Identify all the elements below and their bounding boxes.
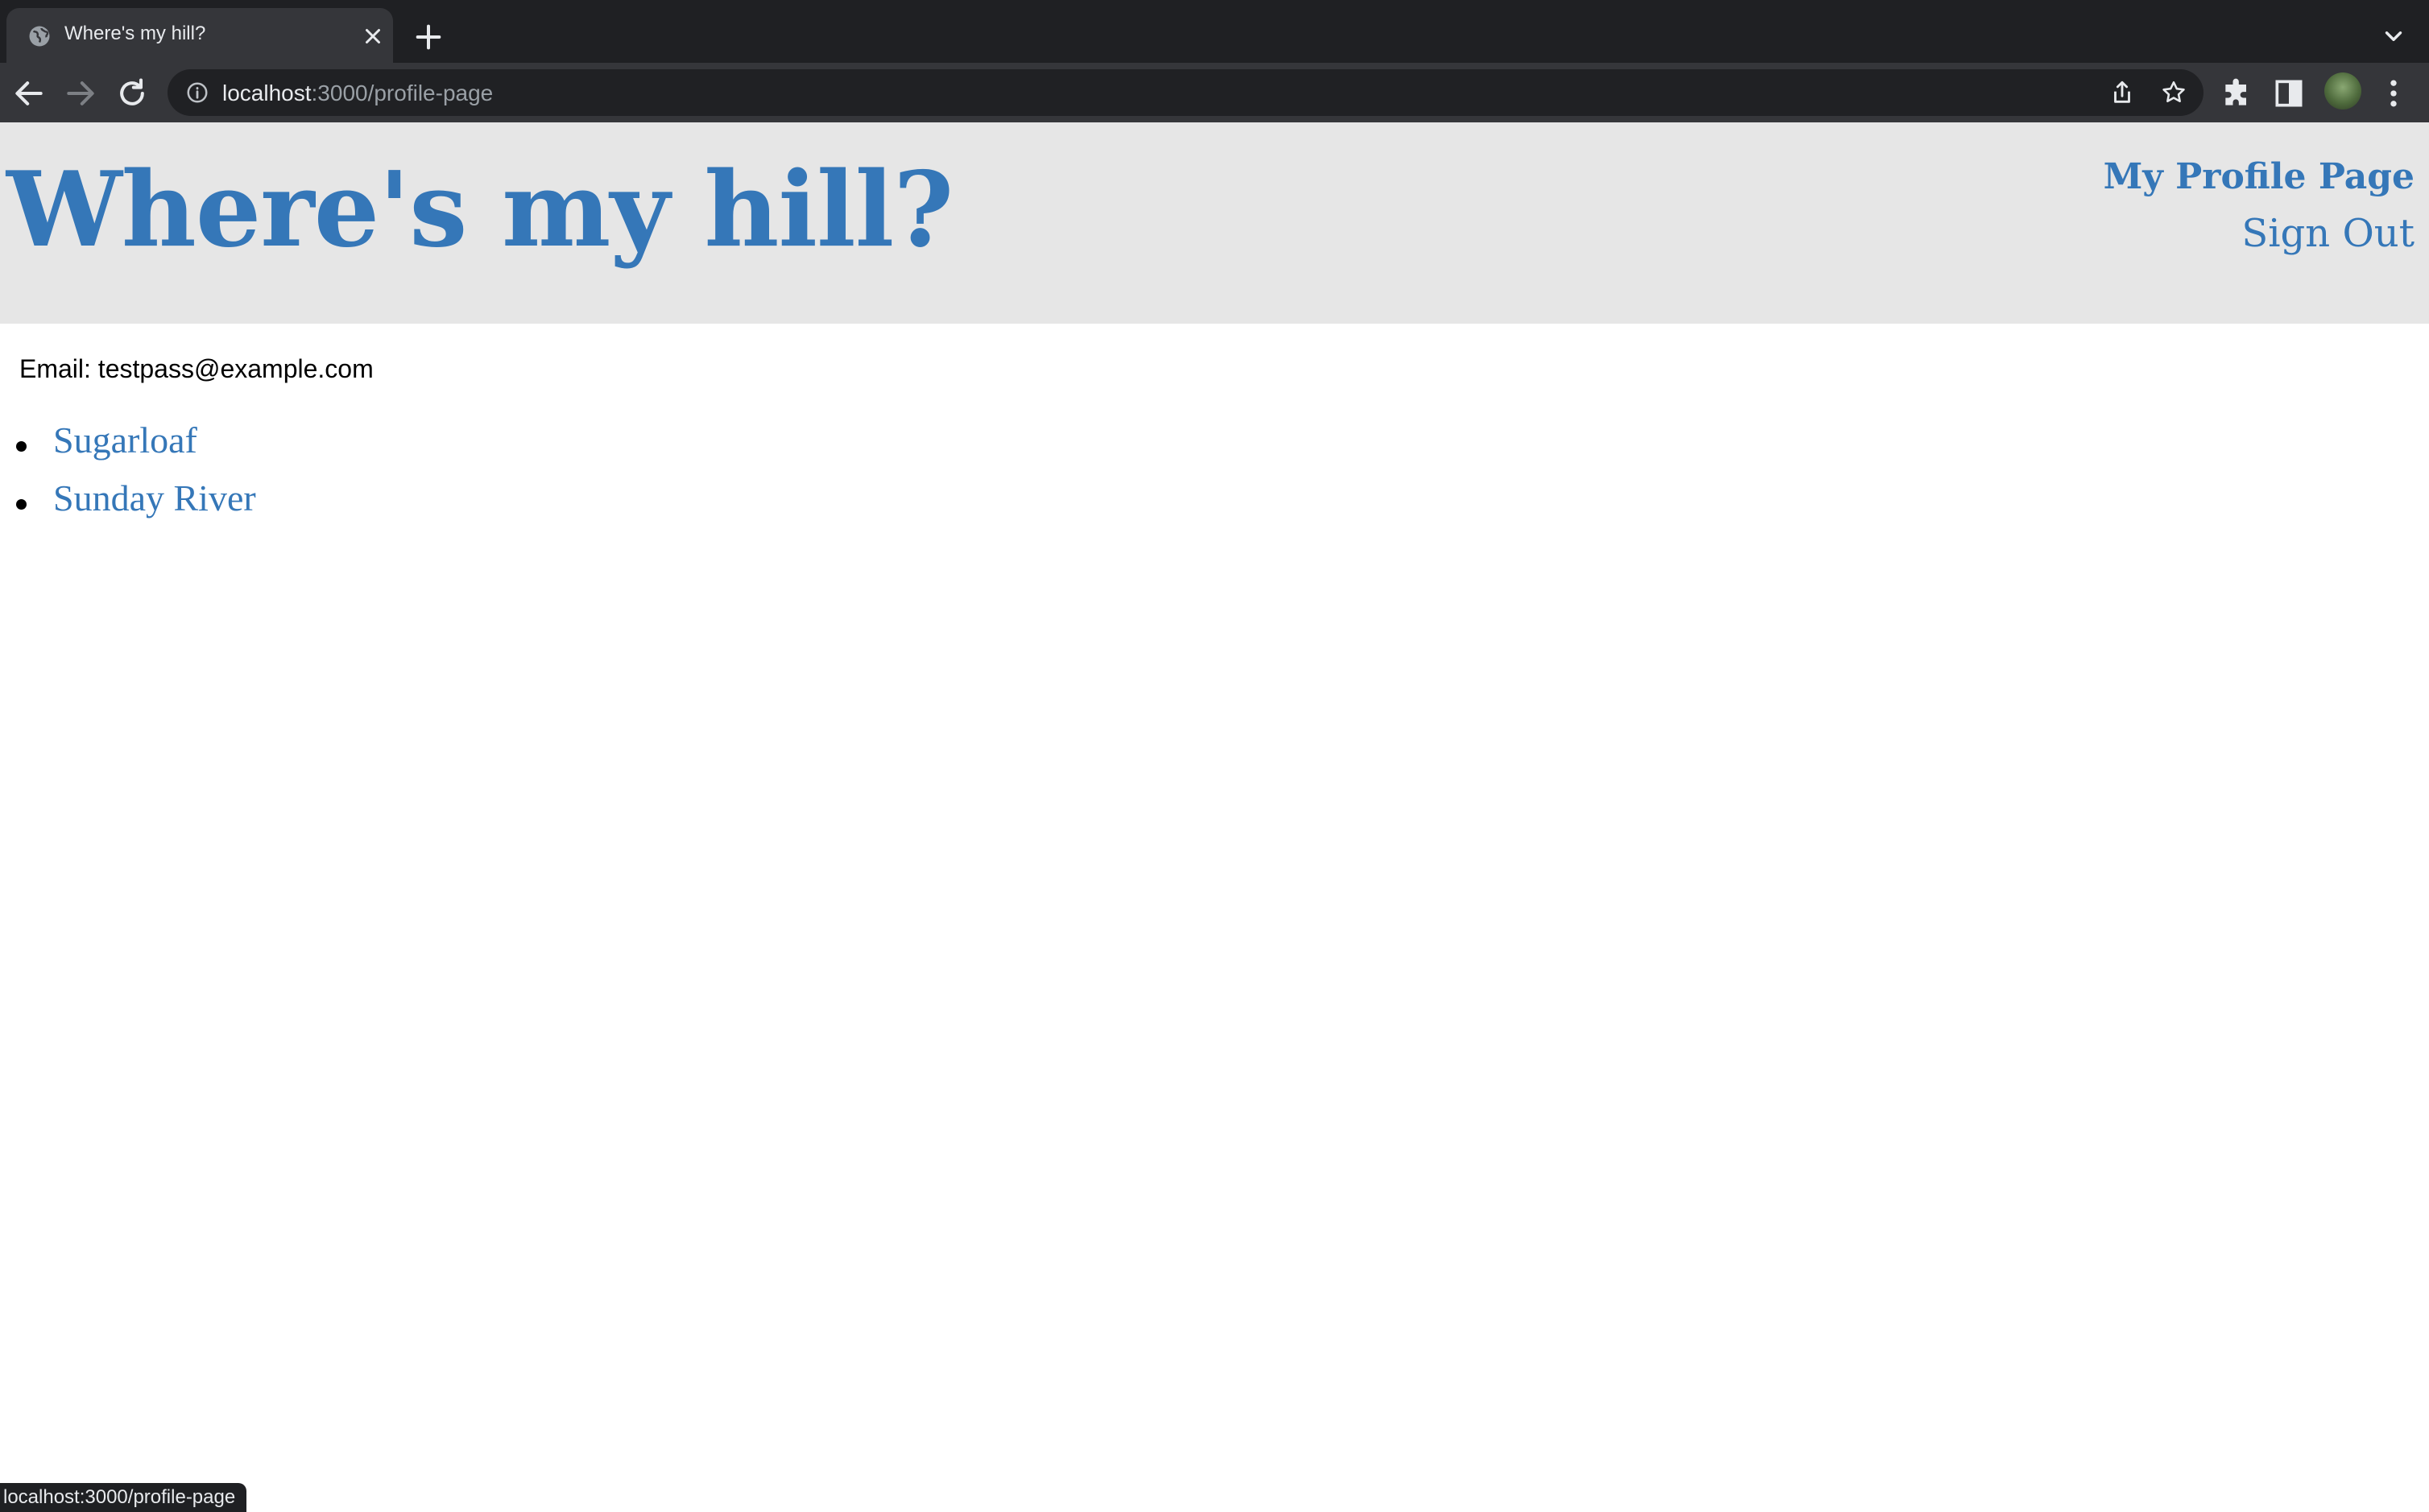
forward-arrow-icon[interactable] <box>63 76 98 111</box>
page-content: Where's my hill? My Profile Page Sign Ou… <box>0 122 2429 1512</box>
new-tab-icon[interactable] <box>412 21 445 53</box>
reload-icon[interactable] <box>114 76 150 111</box>
info-icon[interactable] <box>185 81 209 105</box>
user-email: Email: testpass@example.com <box>19 354 374 383</box>
url-path: :3000/profile-page <box>311 81 494 105</box>
more-vertical-icon[interactable] <box>2376 76 2411 111</box>
share-icon[interactable] <box>2108 79 2136 106</box>
site-header: Where's my hill? My Profile Page Sign Ou… <box>0 122 2429 324</box>
browser-tab-strip: Where's my hill? <box>0 0 2429 63</box>
url-text[interactable]: localhost:3000/profile-page <box>222 81 493 106</box>
hill-link-sugarloaf[interactable]: Sugarloaf <box>53 419 197 461</box>
side-panel-icon[interactable] <box>2271 76 2307 111</box>
url-host: localhost <box>222 81 312 105</box>
browser-tab[interactable]: Where's my hill? <box>6 8 393 63</box>
tab-title: Where's my hill? <box>64 23 206 44</box>
bullet-icon <box>16 499 27 510</box>
extensions-puzzle-icon[interactable] <box>2220 76 2255 111</box>
my-profile-link[interactable]: My Profile Page <box>2104 153 2415 201</box>
hill-link-sunday-river[interactable]: Sunday River <box>53 477 256 519</box>
status-url-bubble: localhost:3000/profile-page <box>0 1483 247 1512</box>
browser-toolbar: localhost:3000/profile-page <box>0 63 2429 122</box>
profile-avatar[interactable] <box>2324 72 2361 109</box>
sign-out-link[interactable]: Sign Out <box>2104 201 2415 266</box>
address-bar[interactable]: localhost:3000/profile-page <box>168 69 2203 116</box>
site-title: Where's my hill? <box>6 150 954 271</box>
star-icon[interactable] <box>2160 79 2187 106</box>
back-arrow-icon[interactable] <box>11 76 47 111</box>
site-nav: My Profile Page Sign Out <box>2104 153 2415 266</box>
close-icon[interactable] <box>361 24 385 48</box>
chevron-down-icon[interactable] <box>2377 23 2410 50</box>
bullet-icon <box>16 441 27 452</box>
globe-icon <box>29 26 50 47</box>
